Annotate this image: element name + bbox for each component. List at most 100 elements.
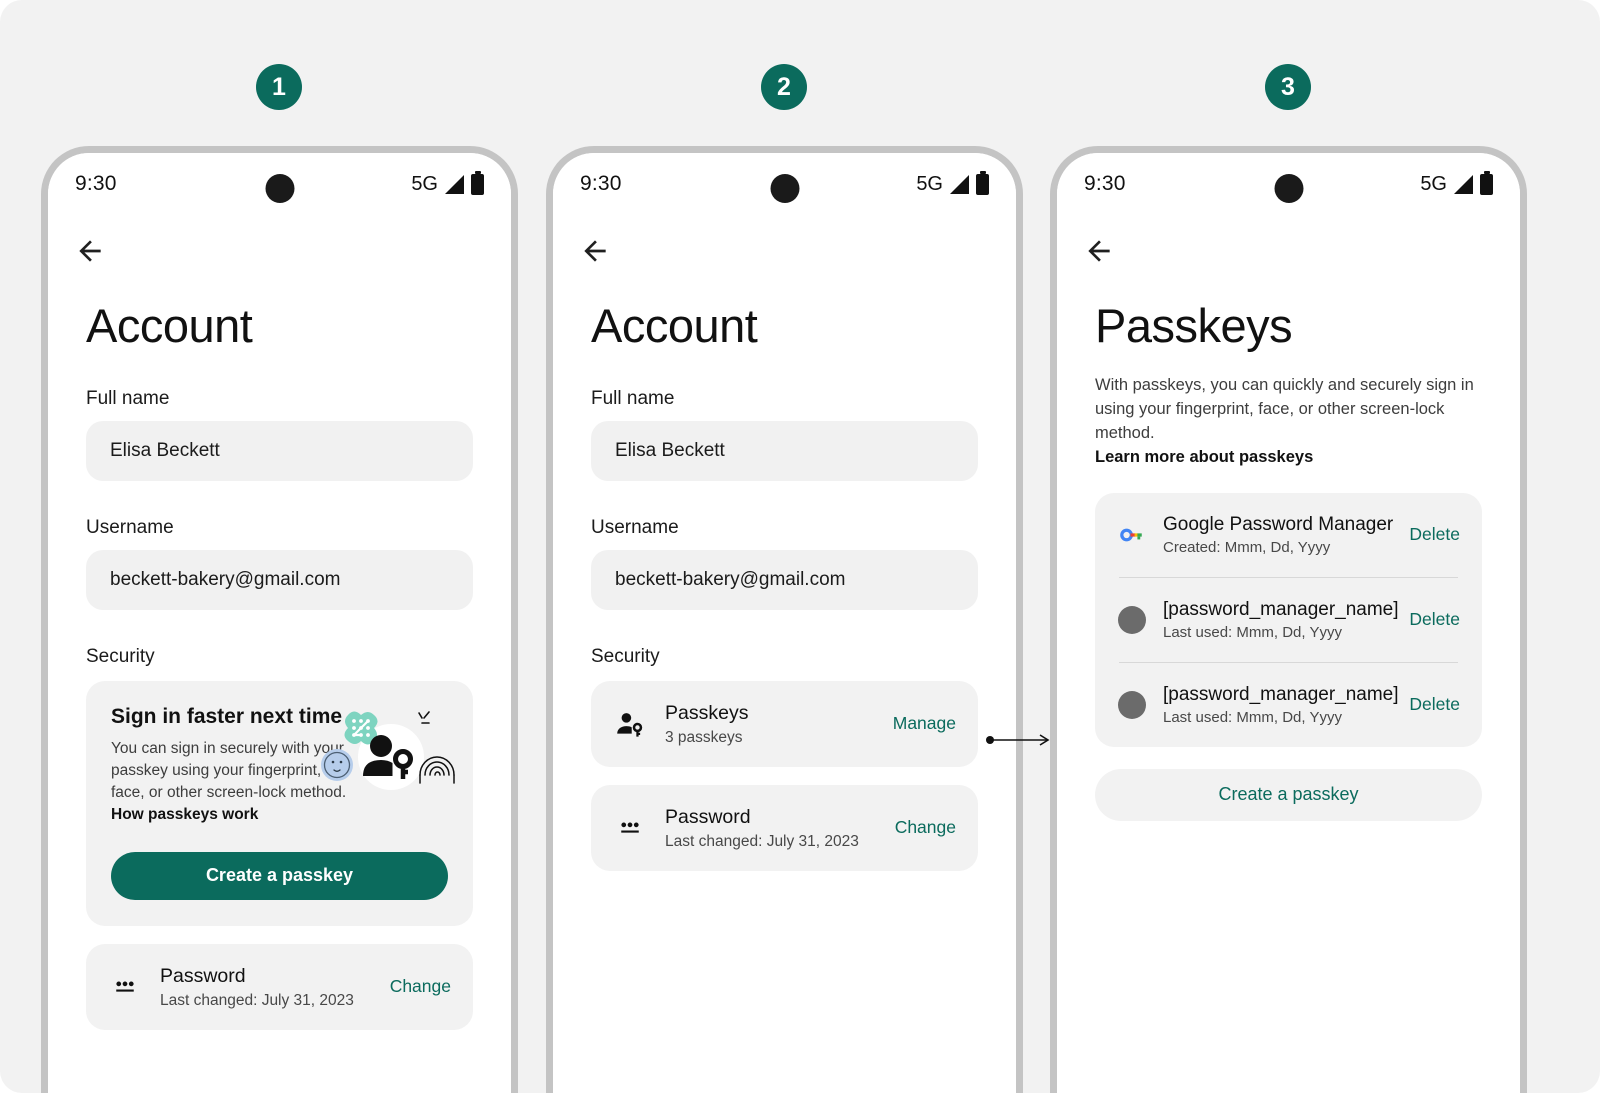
status-indicators: 5G <box>916 170 989 196</box>
step-badge-3: 3 <box>1265 64 1311 110</box>
promo-body: You can sign in securely with your passk… <box>111 738 349 826</box>
fullname-label: Full name <box>86 387 170 409</box>
step-badge-2: 2 <box>761 64 807 110</box>
diagram-canvas: 1 2 3 9:30 5G Account Full name Elisa Be… <box>0 0 1600 1093</box>
step-badge-3-number: 3 <box>1281 72 1295 101</box>
signal-bars-icon <box>950 174 969 194</box>
back-arrow-icon[interactable] <box>579 235 611 267</box>
username-label: Username <box>591 516 679 538</box>
password-row-subtitle: Last changed: July 31, 2023 <box>665 832 859 850</box>
screen3-content: Passkeys With passkeys, you can quickly … <box>1057 299 1520 821</box>
phone-mockup-1: 9:30 5G Account Full name Elisa Beckett … <box>41 146 518 1093</box>
create-passkey-button[interactable]: Create a passkey <box>111 851 448 900</box>
username-label: Username <box>86 516 174 538</box>
passkey-item-name: [password_manager_name] <box>1163 683 1399 705</box>
learn-more-link[interactable]: Learn more about passkeys <box>1095 448 1482 467</box>
status-bar: 9:30 5G <box>553 153 1016 215</box>
password-row-text: Password Last changed: July 31, 2023 <box>160 964 378 1010</box>
passkeys-row-text: Passkeys 3 passkeys <box>665 701 881 747</box>
passkey-item-text: [password_manager_name] Last used: Mmm, … <box>1163 683 1399 727</box>
status-bar: 9:30 5G <box>1057 153 1520 215</box>
password-row[interactable]: Password Last changed: July 31, 2023 Cha… <box>613 785 956 871</box>
passkey-delete-link[interactable]: Delete <box>1409 694 1460 715</box>
screen-account-security: 9:30 5G Account Full name Elisa Beckett … <box>553 153 1016 1093</box>
network-label: 5G <box>1420 172 1447 195</box>
create-passkey-button[interactable]: Create a passkey <box>1095 768 1482 821</box>
password-row-title: Password <box>160 964 246 987</box>
back-arrow-icon[interactable] <box>74 235 106 267</box>
app-bar <box>48 215 511 267</box>
front-camera-punch-hole <box>770 174 799 203</box>
battery-full-icon <box>1480 170 1493 195</box>
passkey-item-meta: Last used: Mmm, Dd, Yyyy <box>1163 624 1342 642</box>
password-row-text: Password Last changed: July 31, 2023 <box>665 805 883 851</box>
passkey-item-name: [password_manager_name] <box>1163 598 1399 620</box>
passkey-item-name: Google Password Manager <box>1163 513 1394 535</box>
passkey-item-text: Google Password Manager Created: Mmm, Dd… <box>1163 513 1399 557</box>
security-section-label: Security <box>86 645 155 667</box>
passkey-biometrics-illustration <box>321 710 455 790</box>
passkey-item-meta: Last used: Mmm, Dd, Yyyy <box>1163 709 1342 727</box>
username-input[interactable]: beckett-bakery@gmail.com <box>86 549 473 610</box>
battery-full-icon <box>471 170 484 195</box>
password-row-title: Password <box>665 805 751 828</box>
passkeys-row[interactable]: Passkeys 3 passkeys Manage <box>613 681 956 767</box>
password-card: Password Last changed: July 31, 2023 Cha… <box>591 784 978 871</box>
security-section-label: Security <box>591 645 660 667</box>
phone-mockup-3: 9:30 5G Passkeys With passkeys, you can … <box>1050 146 1527 1093</box>
passkeys-card: Passkeys 3 passkeys Manage <box>591 680 978 767</box>
fullname-input[interactable]: Elisa Beckett <box>591 420 978 481</box>
status-indicators: 5G <box>411 170 484 196</box>
screen2-content: Account Full name Elisa Beckett Username… <box>553 300 1016 871</box>
passkey-delete-link[interactable]: Delete <box>1409 524 1460 545</box>
network-label: 5G <box>411 172 438 195</box>
battery-full-icon <box>976 170 989 195</box>
passkeys-list-card: Google Password Manager Created: Mmm, Dd… <box>1095 492 1482 747</box>
page-title: Passkeys <box>1095 299 1293 352</box>
password-change-link[interactable]: Change <box>895 817 956 838</box>
generic-provider-dot-icon <box>1117 690 1147 720</box>
password-row[interactable]: Password Last changed: July 31, 2023 Cha… <box>108 944 451 1030</box>
password-dots-icon <box>108 970 142 1004</box>
google-key-icon <box>1117 520 1147 550</box>
fullname-label: Full name <box>591 387 675 409</box>
screen-passkeys-list: 9:30 5G Passkeys With passkeys, you can … <box>1057 153 1520 1093</box>
passkey-item-meta: Created: Mmm, Dd, Yyyy <box>1163 539 1331 557</box>
step-badge-1-number: 1 <box>272 72 286 101</box>
signal-bars-icon <box>445 174 464 194</box>
status-time: 9:30 <box>1084 172 1126 195</box>
passkeys-row-subtitle: 3 passkeys <box>665 728 743 746</box>
arrow-right-connector <box>986 734 1050 746</box>
password-dots-icon <box>613 811 647 845</box>
app-bar <box>553 215 1016 267</box>
passkey-promo-card: Sign in faster next time You can sign in… <box>86 680 473 926</box>
page-title: Account <box>86 299 253 352</box>
password-card: Password Last changed: July 31, 2023 Cha… <box>86 943 473 1030</box>
status-bar: 9:30 5G <box>48 153 511 215</box>
status-indicators: 5G <box>1420 170 1493 196</box>
passkey-list-item[interactable]: [password_manager_name] Last used: Mmm, … <box>1117 663 1460 747</box>
back-arrow-icon[interactable] <box>1083 235 1115 267</box>
username-input[interactable]: beckett-bakery@gmail.com <box>591 549 978 610</box>
status-time: 9:30 <box>75 172 117 195</box>
person-key-icon <box>613 707 647 741</box>
fullname-input[interactable]: Elisa Beckett <box>86 420 473 481</box>
passkeys-row-title: Passkeys <box>665 701 749 724</box>
generic-provider-dot-icon <box>1117 605 1147 635</box>
front-camera-punch-hole <box>265 174 294 203</box>
promo-body-link[interactable]: How passkeys work <box>111 806 258 823</box>
password-change-link[interactable]: Change <box>390 976 451 997</box>
screen1-content: Account Full name Elisa Beckett Username… <box>48 299 511 1030</box>
promo-body-text: You can sign in securely with your passk… <box>111 739 347 801</box>
password-row-subtitle: Last changed: July 31, 2023 <box>160 991 354 1009</box>
passkeys-manage-link[interactable]: Manage <box>893 713 956 734</box>
signal-bars-icon <box>1454 174 1473 194</box>
app-bar <box>1057 215 1520 267</box>
passkeys-intro-text: With passkeys, you can quickly and secur… <box>1095 375 1474 442</box>
step-badge-2-number: 2 <box>777 72 791 101</box>
step-badge-1: 1 <box>256 64 302 110</box>
passkey-list-item[interactable]: [password_manager_name] Last used: Mmm, … <box>1117 578 1460 662</box>
passkey-list-item[interactable]: Google Password Manager Created: Mmm, Dd… <box>1117 493 1460 577</box>
screen-account-promo: 9:30 5G Account Full name Elisa Beckett … <box>48 153 511 1093</box>
passkey-delete-link[interactable]: Delete <box>1409 609 1460 630</box>
